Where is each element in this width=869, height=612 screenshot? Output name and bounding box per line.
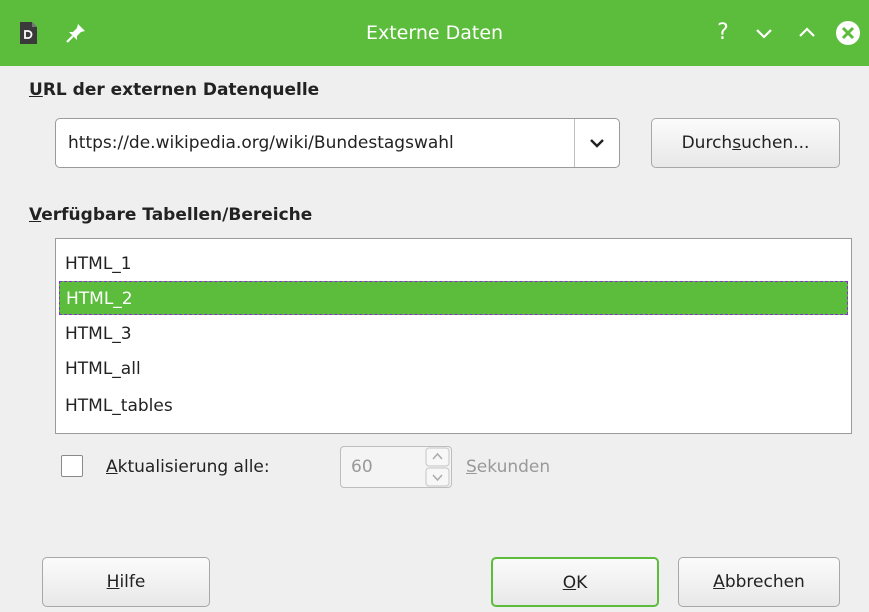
list-item[interactable]: HTML_all: [59, 352, 848, 386]
spin-arrows-icon[interactable]: [425, 447, 451, 487]
update-checkbox-label[interactable]: Aktualisierung alle:: [106, 455, 270, 479]
window-title: Externe Daten: [365, 22, 504, 44]
cancel-button[interactable]: Abbrechen: [678, 557, 840, 607]
interval-spinbox[interactable]: 60: [340, 446, 452, 488]
chevron-down-icon[interactable]: [575, 119, 619, 167]
tables-listbox[interactable]: HTML_1 HTML_2 HTML_3 HTML_all HTML_table…: [55, 238, 852, 434]
maximize-icon[interactable]: [793, 19, 821, 47]
interval-unit-label: Sekunden: [466, 457, 551, 477]
title-bar: Externe Daten ?: [0, 0, 869, 66]
url-combobox[interactable]: https://de.wikipedia.org/wiki/Bundestags…: [55, 118, 620, 168]
help-button[interactable]: Hilfe: [42, 557, 210, 607]
list-item[interactable]: HTML_3: [59, 317, 848, 351]
update-checkbox[interactable]: [61, 455, 83, 477]
list-item[interactable]: HTML_tables: [59, 389, 848, 423]
ok-button[interactable]: OK: [491, 557, 659, 607]
interval-value[interactable]: 60: [351, 447, 373, 487]
tables-section-heading: Verfügbare Tabellen/Bereiche: [29, 205, 313, 225]
close-icon[interactable]: [834, 19, 862, 47]
url-section-heading: URL der externen Datenquelle: [29, 80, 320, 100]
minimize-icon[interactable]: [750, 19, 778, 47]
list-item-selected[interactable]: HTML_2: [59, 281, 848, 315]
url-input[interactable]: https://de.wikipedia.org/wiki/Bundestags…: [68, 119, 454, 167]
list-item[interactable]: HTML_1: [59, 247, 848, 281]
help-icon[interactable]: ?: [709, 19, 737, 47]
browse-button[interactable]: Durchsuchen...: [651, 118, 840, 168]
